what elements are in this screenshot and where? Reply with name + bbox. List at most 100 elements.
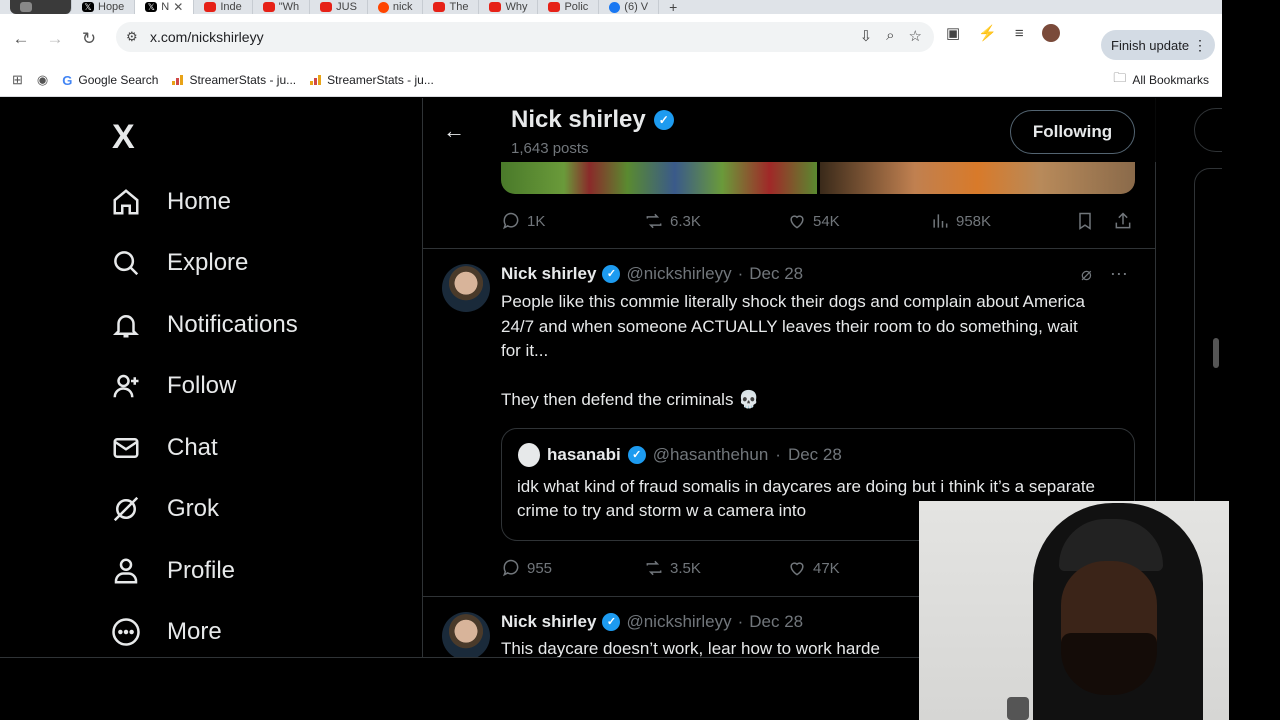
finish-update-button[interactable]: Finish update ⋮ (1101, 30, 1215, 60)
tab-9[interactable]: Polic (538, 0, 600, 14)
nav-chat[interactable]: Chat (110, 428, 218, 468)
repost-count: 6.3K (670, 212, 701, 230)
nav-explore[interactable]: Explore (110, 243, 248, 283)
url-text[interactable]: x.com/nickshirleyy (150, 29, 264, 45)
kebab-menu-icon[interactable]: ⋮ (1193, 37, 1207, 54)
tab-8[interactable]: Why (479, 0, 539, 14)
author-handle[interactable]: @nickshirleyy (626, 264, 731, 284)
bookmark-google-search[interactable]: G Google Search (62, 73, 158, 88)
tab-label: The (449, 1, 469, 13)
repost-button[interactable]: 3.5K (644, 558, 701, 578)
avatar[interactable] (442, 612, 490, 657)
close-icon[interactable]: ✕ (173, 0, 183, 14)
views-icon (933, 214, 948, 228)
person-icon (110, 556, 141, 587)
media-image[interactable] (819, 162, 1135, 194)
folder-icon: 🗀 (1113, 70, 1127, 85)
nav-follow[interactable]: Follow (110, 366, 236, 406)
tab-1[interactable]: 𝕏 Hope (72, 0, 136, 14)
post-header: Nick shirley ✓ @nickshirleyy · Dec 28 (501, 264, 803, 284)
post-date[interactable]: Dec 28 (749, 612, 803, 632)
new-tab-icon[interactable]: + (659, 0, 687, 14)
nav-home[interactable]: Home (110, 182, 231, 222)
youtube-icon (204, 2, 217, 12)
reply-button[interactable]: 1K (501, 211, 545, 231)
like-button[interactable]: 54K (787, 211, 840, 231)
forward-arrow-icon[interactable]: → (38, 29, 72, 49)
tab-label: (6) V (624, 1, 649, 13)
like-button[interactable]: 47K (787, 558, 840, 578)
profile-avatar[interactable] (1041, 24, 1060, 42)
zoom-icon[interactable]: ⌕ (886, 27, 894, 45)
views-button[interactable]: 958K (930, 211, 991, 231)
tab-label: Inde (220, 1, 242, 13)
profile-name-text: Nick shirley (511, 106, 646, 133)
grok-icon[interactable]: ⌀ (1081, 264, 1092, 285)
bookmark-streamerstats-1[interactable]: StreamerStats - ju... (172, 73, 296, 87)
bookmark-button[interactable] (1075, 211, 1095, 231)
more-icon (110, 617, 141, 648)
tab-10[interactable]: (6) V (599, 0, 660, 14)
tab-4[interactable]: "Wh (253, 0, 311, 14)
address-bar[interactable]: ⚙ x.com/nickshirleyy ⇩ ⌕ ☆ (116, 22, 934, 52)
like-count: 54K (813, 212, 840, 230)
avatar[interactable] (442, 264, 490, 312)
author-handle[interactable]: @nickshirleyy (626, 612, 731, 632)
nav-profile[interactable]: Profile (110, 551, 235, 591)
apps-grid-icon[interactable]: ⊞ (12, 72, 23, 88)
author-name[interactable]: Nick shirley (501, 612, 596, 632)
tab-6[interactable]: nick (368, 0, 424, 14)
tab-search-icon[interactable]: ▣ (946, 24, 960, 42)
right-gutter (1222, 0, 1280, 720)
bars-icon (310, 75, 322, 85)
scrollbar[interactable] (1213, 338, 1219, 368)
tab-5[interactable]: JUS (310, 0, 368, 14)
heart-icon (790, 215, 804, 229)
bars-icon (172, 75, 184, 85)
back-arrow-icon[interactable]: ← (443, 118, 465, 144)
nav-more[interactable]: More (110, 612, 222, 652)
install-icon[interactable]: ⇩ (860, 27, 873, 45)
extension-icon[interactable]: ⚡ (978, 24, 997, 42)
more-options-icon[interactable]: ⋯ (1110, 264, 1128, 285)
tab-3[interactable]: Inde (194, 0, 253, 14)
reload-icon[interactable]: ↻ (72, 29, 106, 49)
star-icon[interactable]: ☆ (909, 27, 922, 45)
back-arrow-icon[interactable]: ← (4, 29, 38, 49)
avatar[interactable] (518, 443, 540, 467)
bookmark-label: Google Search (78, 73, 159, 87)
media-image[interactable] (501, 162, 817, 194)
verified-badge-icon: ✓ (627, 446, 646, 464)
tab-0[interactable] (10, 0, 72, 14)
all-bookmarks[interactable]: 🗀 All Bookmarks (1113, 69, 1209, 91)
globe-icon[interactable]: ◉ (37, 72, 48, 88)
repost-button[interactable]: 6.3K (644, 211, 701, 231)
post-text: People like this commie literally shock … (501, 292, 1085, 409)
quote-author-name: hasanabi (547, 445, 621, 464)
repost-icon (646, 560, 662, 576)
nav-notifications[interactable]: Notifications (110, 305, 298, 345)
nav-grok[interactable]: Grok (110, 489, 219, 529)
site-info-icon[interactable]: ⚙ (126, 29, 150, 45)
nav-label: Notifications (167, 311, 298, 338)
like-count: 47K (813, 559, 840, 577)
bookmarks-bar: ⊞ ◉ G Google Search StreamerStats - ju...… (0, 64, 1222, 97)
post-date[interactable]: Dec 28 (749, 264, 803, 284)
search-box[interactable] (1194, 108, 1222, 152)
bookmark-streamerstats-2[interactable]: StreamerStats - ju... (310, 73, 434, 87)
tab-2-active[interactable]: 𝕏 N ✕ (135, 0, 195, 14)
media-control-icon[interactable]: ≡ (1015, 25, 1024, 42)
share-button[interactable] (1113, 211, 1133, 231)
tab-label: Why (505, 1, 528, 13)
previous-post-media[interactable] (501, 162, 1135, 194)
nav-label: More (167, 618, 222, 645)
author-name[interactable]: Nick shirley (501, 264, 596, 284)
tab-7[interactable]: The (423, 0, 480, 14)
following-button[interactable]: Following (1010, 110, 1135, 154)
reply-button[interactable]: 955 (501, 558, 552, 578)
facebook-icon (609, 1, 621, 13)
grok-icon (110, 494, 141, 525)
repost-icon (646, 213, 662, 229)
follow-icon (110, 371, 141, 402)
x-logo[interactable]: X (112, 118, 135, 157)
